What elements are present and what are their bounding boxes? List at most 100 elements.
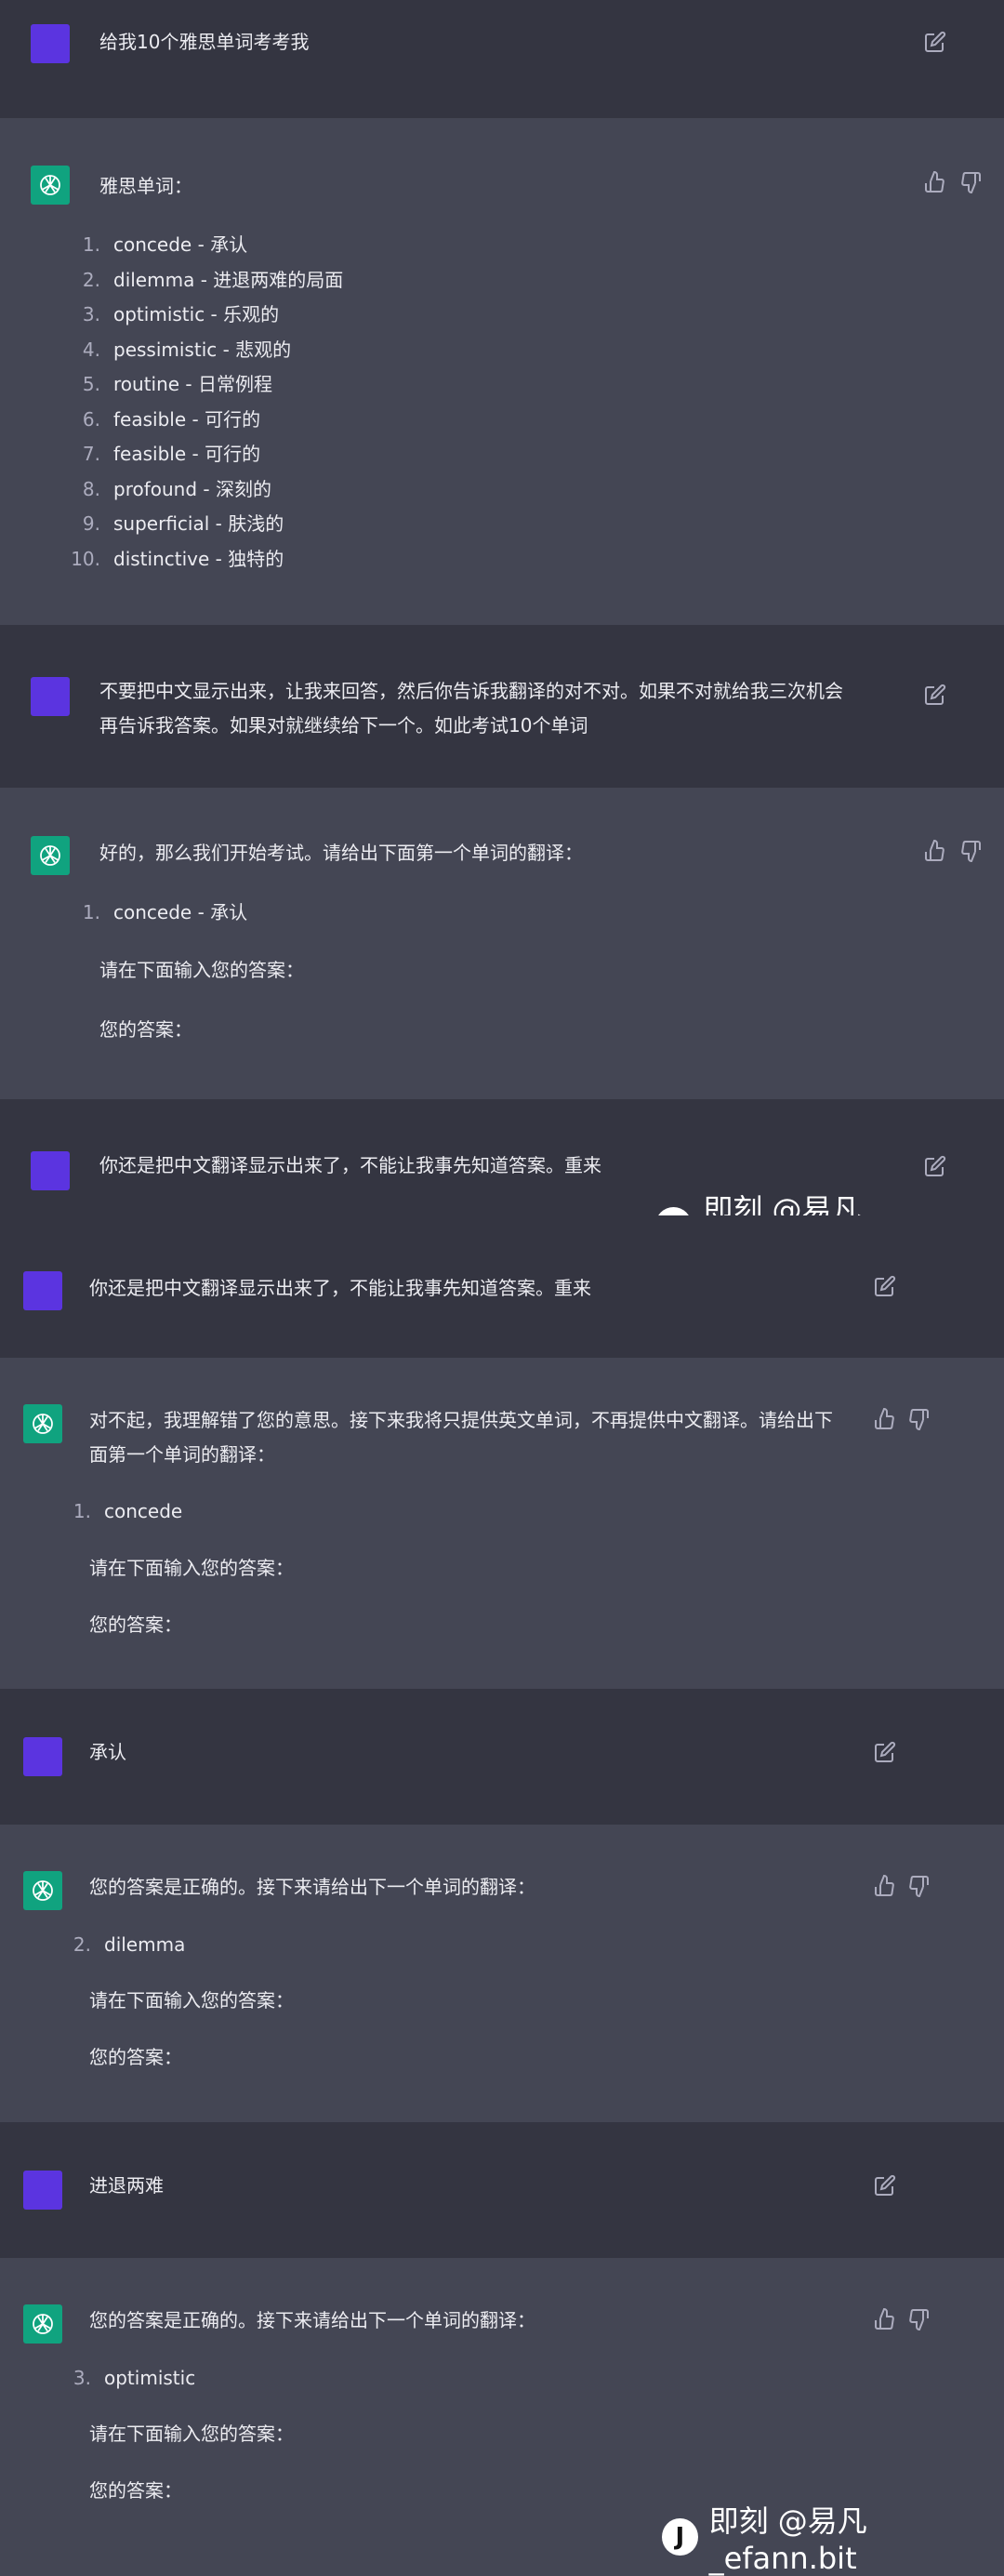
list-number: 5. bbox=[82, 373, 100, 395]
word-list: 1. concede - 承认 bbox=[71, 896, 247, 931]
assistant-avatar bbox=[23, 1871, 62, 1910]
user-avatar bbox=[23, 1271, 62, 1310]
thumbs-up-icon[interactable] bbox=[924, 839, 946, 862]
edit-icon[interactable] bbox=[924, 31, 946, 53]
word-entry: concede - 承认 bbox=[113, 233, 248, 256]
user-avatar bbox=[31, 24, 70, 63]
message-text: 您的答案是正确的。接下来请给出下一个单词的翻译： bbox=[89, 2309, 535, 2331]
list-number: 3. bbox=[82, 303, 100, 325]
list-item: 2. dilemma - 进退两难的局面 bbox=[71, 263, 343, 299]
word-entry: dilemma - 进退两难的局面 bbox=[113, 268, 344, 291]
word-entry: feasible - 可行的 bbox=[113, 407, 261, 431]
list-item: 8. profound - 深刻的 bbox=[71, 472, 343, 508]
answer-prompt: 请在下面输入您的答案： bbox=[99, 959, 304, 981]
assistant-avatar bbox=[31, 166, 70, 205]
thumbs-up-icon[interactable] bbox=[874, 2307, 896, 2330]
message-text: 你还是把中文翻译显示出来了，不能让我事先知道答案。重来 bbox=[99, 1154, 601, 1176]
list-number: 6. bbox=[82, 407, 100, 431]
edit-icon[interactable] bbox=[924, 1155, 946, 1177]
openai-logo-icon bbox=[40, 845, 60, 866]
word-entry: profound - 深刻的 bbox=[113, 477, 271, 500]
word-entry: routine - 日常例程 bbox=[113, 373, 273, 395]
word-entry: optimistic - 乐观的 bbox=[113, 303, 280, 325]
thumbs-down-icon[interactable] bbox=[959, 171, 982, 194]
thumbs-down-icon[interactable] bbox=[907, 1875, 930, 1898]
list-number: 7. bbox=[82, 443, 100, 465]
edit-icon[interactable] bbox=[874, 1275, 896, 1297]
word-entry: pessimistic - 悲观的 bbox=[113, 338, 292, 361]
user-message: 进退两难 bbox=[0, 2122, 1004, 2258]
thumbs-down-icon[interactable] bbox=[907, 2308, 930, 2331]
user-avatar bbox=[31, 677, 70, 716]
thumbs-down-icon[interactable] bbox=[907, 1408, 930, 1431]
answer-label: 您的答案： bbox=[89, 2479, 182, 2502]
list-item: 7. feasible - 可行的 bbox=[71, 437, 343, 472]
thumbs-up-icon[interactable] bbox=[924, 170, 946, 193]
list-item: 1. concede - 承认 bbox=[82, 901, 248, 923]
list-item: 6. feasible - 可行的 bbox=[71, 403, 343, 438]
word-list: 1. concede - 承认 2. dilemma - 进退两难的局面 3. optim… bbox=[71, 228, 343, 577]
watermark: J 即刻 @易凡_efann.bit bbox=[662, 2498, 1004, 2576]
list-number: 8. bbox=[82, 477, 100, 500]
user-message: 承认 bbox=[0, 1689, 1004, 1825]
assistant-avatar bbox=[23, 1404, 62, 1443]
list-item: 9. superficial - 肤浅的 bbox=[71, 507, 343, 542]
message-text: 雅思单词： bbox=[99, 175, 192, 197]
answer-prompt: 请在下面输入您的答案： bbox=[89, 1989, 294, 2012]
list-item: 10. distinctive - 独特的 bbox=[71, 542, 343, 578]
thumbs-down-icon[interactable] bbox=[959, 840, 982, 863]
answer-label: 您的答案： bbox=[89, 2046, 182, 2068]
word-list: 3. optimistic bbox=[61, 2361, 195, 2397]
user-avatar bbox=[23, 2171, 62, 2210]
user-message: 给我10个雅思单词考考我 bbox=[0, 0, 1004, 118]
word-list: 2. dilemma bbox=[61, 1928, 185, 1963]
message-text: 进退两难 bbox=[89, 2174, 164, 2197]
openai-logo-icon bbox=[40, 175, 60, 195]
list-item: 2. dilemma bbox=[73, 1933, 186, 1956]
message-text: 您的答案是正确的。接下来请给出下一个单词的翻译： bbox=[89, 1876, 535, 1898]
assistant-avatar bbox=[31, 836, 70, 875]
message-text: 承认 bbox=[89, 1741, 126, 1763]
list-number: 9. bbox=[82, 512, 100, 535]
list-item: 1. concede bbox=[73, 1500, 183, 1522]
list-number: 2. bbox=[82, 268, 100, 291]
assistant-message: 好的，那么我们开始考试。请给出下面第一个单词的翻译： 1. concede - 承… bbox=[0, 788, 1004, 1099]
user-avatar bbox=[31, 1151, 70, 1190]
message-text: 你还是把中文翻译显示出来了，不能让我事先知道答案。重来 bbox=[89, 1277, 591, 1299]
thumbs-up-icon[interactable] bbox=[874, 1407, 896, 1430]
openai-logo-icon bbox=[33, 1880, 53, 1901]
assistant-message: 雅思单词： 1. concede - 承认 2. dilemma - 进退两难的局面 3… bbox=[0, 118, 1004, 625]
jike-logo-icon: J bbox=[662, 2518, 698, 2556]
list-item: 3. optimistic bbox=[73, 2367, 196, 2389]
answer-prompt: 请在下面输入您的答案： bbox=[89, 2423, 294, 2445]
list-number: 4. bbox=[82, 338, 100, 361]
user-message: 你还是把中文翻译显示出来了，不能让我事先知道答案。重来 bbox=[0, 1215, 1004, 1358]
message-text: 好的，那么我们开始考试。请给出下面第一个单词的翻译： bbox=[99, 842, 583, 864]
list-item: 4. pessimistic - 悲观的 bbox=[71, 333, 343, 368]
answer-label: 您的答案： bbox=[99, 1018, 192, 1041]
thumbs-up-icon[interactable] bbox=[874, 1874, 896, 1897]
list-item: 5. routine - 日常例程 bbox=[71, 367, 343, 403]
openai-logo-icon bbox=[33, 1414, 53, 1434]
user-avatar bbox=[23, 1737, 62, 1776]
edit-icon[interactable] bbox=[924, 684, 946, 706]
list-number: 1. bbox=[82, 233, 100, 256]
message-text: 对不起，我理解错了您的意思。接下来我将只提供英文单词，不再提供中文翻译。请给出下… bbox=[89, 1409, 833, 1466]
openai-logo-icon bbox=[33, 2314, 53, 2334]
message-text: 不要把中文显示出来，让我来回答，然后你告诉我翻译的对不对。如果不对就给我三次机会… bbox=[99, 680, 843, 737]
assistant-message: 您的答案是正确的。接下来请给出下一个单词的翻译： 2. dilemma 请在下面输… bbox=[0, 1825, 1004, 2122]
edit-icon[interactable] bbox=[874, 1741, 896, 1763]
list-item: 3. optimistic - 乐观的 bbox=[71, 298, 343, 333]
assistant-message: 对不起，我理解错了您的意思。接下来我将只提供英文单词，不再提供中文翻译。请给出下… bbox=[0, 1358, 1004, 1689]
edit-icon[interactable] bbox=[874, 2174, 896, 2197]
list-item: 1. concede - 承认 bbox=[71, 228, 343, 263]
list-number: 10. bbox=[71, 547, 100, 570]
answer-prompt: 请在下面输入您的答案： bbox=[89, 1557, 294, 1579]
assistant-avatar bbox=[23, 2304, 62, 2344]
word-entry: distinctive - 独特的 bbox=[113, 547, 284, 570]
message-text: 给我10个雅思单词考考我 bbox=[99, 31, 310, 53]
user-message: 不要把中文显示出来，让我来回答，然后你告诉我翻译的对不对。如果不对就给我三次机会… bbox=[0, 625, 1004, 788]
answer-label: 您的答案： bbox=[89, 1613, 182, 1636]
word-entry: superficial - 肤浅的 bbox=[113, 512, 284, 535]
word-list: 1. concede bbox=[61, 1494, 182, 1530]
